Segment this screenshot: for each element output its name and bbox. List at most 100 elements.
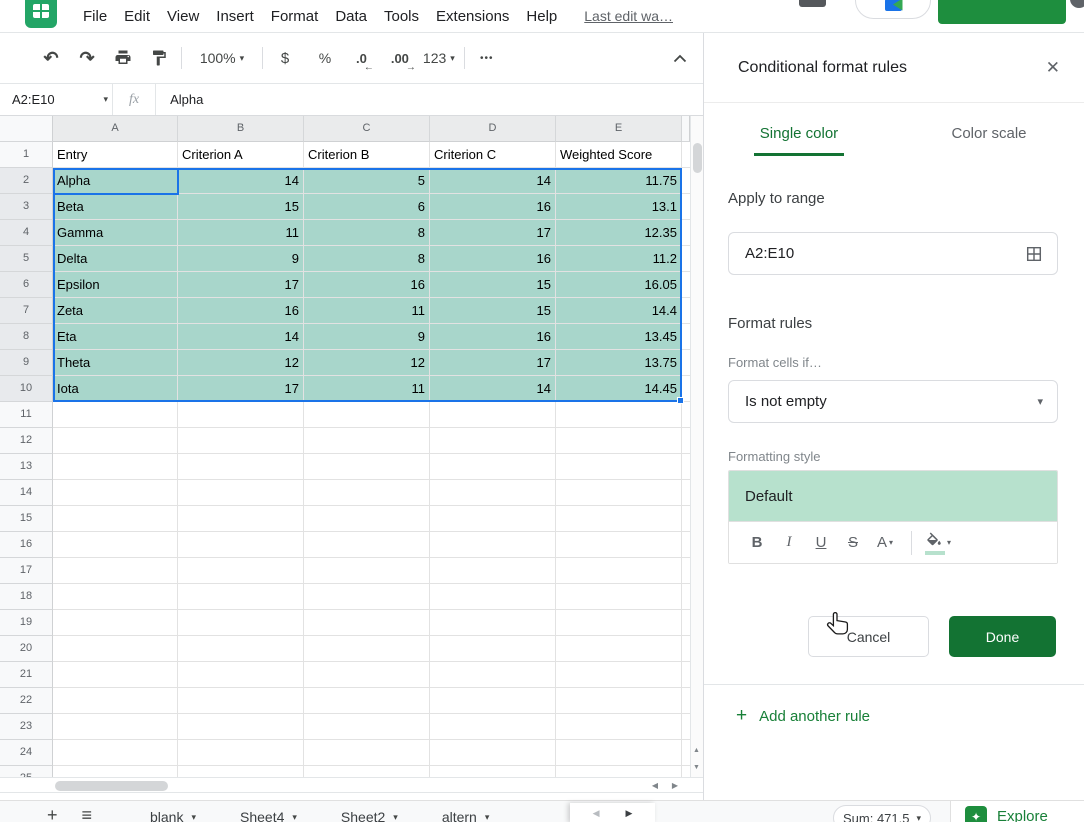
column-header-D[interactable]: D xyxy=(430,116,556,142)
cell-D13[interactable] xyxy=(430,454,556,480)
cell-C4[interactable]: 8 xyxy=(304,220,430,246)
cell-A17[interactable] xyxy=(53,558,178,584)
cell-B5[interactable]: 9 xyxy=(178,246,304,272)
last-edit-link[interactable]: Last edit wa… xyxy=(584,8,673,24)
cell-C20[interactable] xyxy=(304,636,430,662)
cell-C16[interactable] xyxy=(304,532,430,558)
row-header-4[interactable]: 4 xyxy=(0,220,53,246)
cell-B14[interactable] xyxy=(178,480,304,506)
cell-C2[interactable]: 5 xyxy=(304,168,430,194)
cell-E6[interactable]: 16.05 xyxy=(556,272,682,298)
cell-A1[interactable]: Entry xyxy=(53,142,178,168)
add-sheet-button[interactable]: + xyxy=(47,806,58,822)
cell-D4[interactable]: 17 xyxy=(430,220,556,246)
row-header-10[interactable]: 10 xyxy=(0,376,53,402)
cell-E22[interactable] xyxy=(556,688,682,714)
cell-A23[interactable] xyxy=(53,714,178,740)
cell-sliver-24[interactable] xyxy=(682,740,690,766)
text-color-button[interactable]: A▾ xyxy=(871,528,899,558)
vertical-scrollbar-thumb[interactable] xyxy=(693,143,702,173)
name-box[interactable]: A2:E10▾ xyxy=(0,92,112,107)
row-header-1[interactable]: 1 xyxy=(0,142,53,168)
paint-format-button[interactable] xyxy=(146,45,172,71)
row-header-8[interactable]: 8 xyxy=(0,324,53,350)
cell-C23[interactable] xyxy=(304,714,430,740)
cell-sliver-8[interactable] xyxy=(682,324,690,350)
cell-B12[interactable] xyxy=(178,428,304,454)
cell-C14[interactable] xyxy=(304,480,430,506)
cell-C7[interactable]: 11 xyxy=(304,298,430,324)
italic-button[interactable]: I xyxy=(775,528,803,558)
sheet-tab-Sheet2[interactable]: Sheet2▾ xyxy=(319,805,420,822)
cell-A16[interactable] xyxy=(53,532,178,558)
cell-A6[interactable]: Epsilon xyxy=(53,272,178,298)
cell-C12[interactable] xyxy=(304,428,430,454)
increase-decimal-button[interactable]: .00→ xyxy=(385,51,415,66)
row-header-20[interactable]: 20 xyxy=(0,636,53,662)
cell-B4[interactable]: 11 xyxy=(178,220,304,246)
row-header-19[interactable]: 19 xyxy=(0,610,53,636)
horizontal-scrollbar-thumb[interactable] xyxy=(55,781,168,791)
fill-color-button[interactable]: ▾ xyxy=(924,528,952,558)
sheet-tab-Sheet4[interactable]: Sheet4▾ xyxy=(218,805,319,822)
cell-D14[interactable] xyxy=(430,480,556,506)
cell-A15[interactable] xyxy=(53,506,178,532)
cell-C15[interactable] xyxy=(304,506,430,532)
cell-B16[interactable] xyxy=(178,532,304,558)
row-header-2[interactable]: 2 xyxy=(0,168,53,194)
cell-C18[interactable] xyxy=(304,584,430,610)
cell-D18[interactable] xyxy=(430,584,556,610)
column-header-C[interactable]: C xyxy=(304,116,430,142)
menu-insert[interactable]: Insert xyxy=(216,8,254,25)
cell-E10[interactable]: 14.45 xyxy=(556,376,682,402)
cell-D1[interactable]: Criterion C xyxy=(430,142,556,168)
number-format-button[interactable]: 123▾ xyxy=(423,45,455,71)
cell-A25[interactable] xyxy=(53,766,178,777)
zoom-select[interactable]: 100%▾ xyxy=(191,45,253,71)
cell-D11[interactable] xyxy=(430,402,556,428)
condition-dropdown[interactable]: Is not empty ▾ xyxy=(728,380,1058,423)
cell-D5[interactable]: 16 xyxy=(430,246,556,272)
cell-A10[interactable]: Iota xyxy=(53,376,178,402)
formula-input[interactable]: Alpha xyxy=(156,92,203,107)
cell-sliver-25[interactable] xyxy=(682,766,690,777)
cell-A12[interactable] xyxy=(53,428,178,454)
cell-A14[interactable] xyxy=(53,480,178,506)
sheet-tab-menu-icon[interactable]: ▾ xyxy=(393,812,398,822)
cell-D23[interactable] xyxy=(430,714,556,740)
cell-C24[interactable] xyxy=(304,740,430,766)
cell-C19[interactable] xyxy=(304,610,430,636)
sheet-tab-menu-icon[interactable]: ▾ xyxy=(485,812,490,822)
cell-D15[interactable] xyxy=(430,506,556,532)
row-header-11[interactable]: 11 xyxy=(0,402,53,428)
cell-B23[interactable] xyxy=(178,714,304,740)
row-header-7[interactable]: 7 xyxy=(0,298,53,324)
decrease-decimal-button[interactable]: .0← xyxy=(350,51,373,66)
cell-E1[interactable]: Weighted Score xyxy=(556,142,682,168)
scroll-up-button[interactable]: ▲ xyxy=(690,742,703,759)
cell-A18[interactable] xyxy=(53,584,178,610)
cell-E5[interactable]: 11.2 xyxy=(556,246,682,272)
cell-E18[interactable] xyxy=(556,584,682,610)
cell-sliver-20[interactable] xyxy=(682,636,690,662)
cell-D22[interactable] xyxy=(430,688,556,714)
menu-help[interactable]: Help xyxy=(526,8,557,25)
sheet-tab-menu-icon[interactable]: ▾ xyxy=(292,812,297,822)
cell-B6[interactable]: 17 xyxy=(178,272,304,298)
undo-button[interactable]: ↶ xyxy=(38,45,64,71)
row-header-18[interactable]: 18 xyxy=(0,584,53,610)
cancel-button[interactable]: Cancel xyxy=(808,616,929,657)
cell-sliver-18[interactable] xyxy=(682,584,690,610)
cell-C9[interactable]: 12 xyxy=(304,350,430,376)
cell-E11[interactable] xyxy=(556,402,682,428)
row-header-15[interactable]: 15 xyxy=(0,506,53,532)
cell-A7[interactable]: Zeta xyxy=(53,298,178,324)
strikethrough-button[interactable]: S xyxy=(839,528,867,558)
cell-D6[interactable]: 15 xyxy=(430,272,556,298)
cell-B10[interactable]: 17 xyxy=(178,376,304,402)
cell-E14[interactable] xyxy=(556,480,682,506)
row-header-14[interactable]: 14 xyxy=(0,480,53,506)
cell-D25[interactable] xyxy=(430,766,556,777)
row-header-3[interactable]: 3 xyxy=(0,194,53,220)
cell-D9[interactable]: 17 xyxy=(430,350,556,376)
